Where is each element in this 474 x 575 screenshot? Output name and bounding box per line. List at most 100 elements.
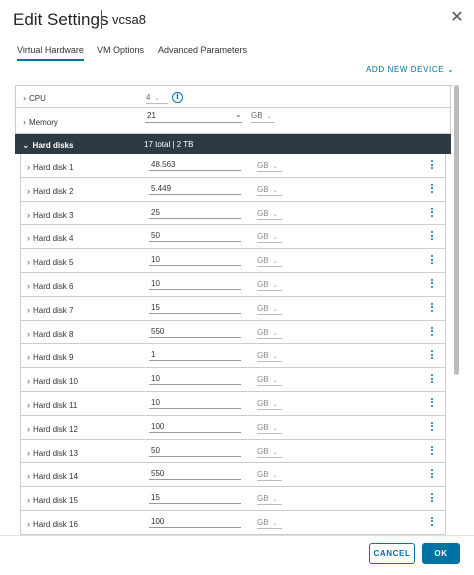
hard-disk-unit-select[interactable]: GB ⌄ [257, 351, 282, 363]
hard-disk-size-input[interactable]: 15 [149, 493, 241, 505]
chevron-down-icon: ⌄ [272, 401, 278, 408]
hard-disk-row[interactable]: › Hard disk 14 550 GB ⌄ [21, 463, 445, 488]
memory-unit-select[interactable]: GB ⌄ [251, 111, 275, 123]
hard-disk-unit-select[interactable]: GB ⌄ [257, 185, 282, 196]
cpu-select[interactable]: 4 ⌄ [146, 93, 168, 104]
hard-disk-unit: GB [257, 327, 269, 337]
add-new-device-button[interactable]: ADD NEW DEVICE ⌄ [366, 65, 454, 74]
hard-disk-size-input[interactable]: 15 [149, 303, 241, 314]
info-icon[interactable]: i [172, 92, 183, 103]
hard-disk-row[interactable]: › Hard disk 11 10 GB ⌄ [21, 392, 445, 416]
hard-disk-row[interactable]: › Hard disk 5 10 GB ⌄ [21, 249, 445, 273]
tab-virtual-hardware[interactable]: Virtual Hardware [17, 45, 84, 61]
memory-input[interactable]: 21 [145, 111, 242, 123]
hard-disk-unit-select[interactable]: GB ⌄ [257, 423, 282, 434]
scrollbar[interactable] [454, 85, 460, 535]
hard-disk-row[interactable]: › Hard disk 1 48.563 GB ⌄ [21, 154, 445, 178]
hard-disk-row[interactable]: › Hard disk 4 50 GB ⌄ [21, 225, 445, 250]
more-actions-icon[interactable] [429, 516, 435, 528]
hard-disk-row-label: › Hard disk 16 [27, 519, 78, 529]
hard-disk-size-input[interactable]: 1 [149, 350, 241, 362]
hard-disk-row-label: › Hard disk 12 [27, 424, 78, 434]
more-actions-icon[interactable] [429, 183, 435, 195]
hard-disk-unit-select[interactable]: GB ⌄ [257, 375, 282, 387]
hard-disk-size-input[interactable]: 100 [149, 517, 241, 528]
scroll-thumb[interactable] [454, 85, 459, 375]
more-actions-icon[interactable] [429, 468, 435, 480]
hard-disk-unit: GB [257, 232, 269, 242]
chevron-down-icon: ⌄ [272, 187, 278, 194]
hard-disk-unit-select[interactable]: GB ⌄ [257, 304, 282, 315]
close-icon[interactable]: ✕ [449, 10, 465, 26]
hard-disk-row[interactable]: › Hard disk 2 5.449 GB ⌄ [21, 178, 445, 202]
hard-disk-unit-select[interactable]: GB ⌄ [257, 161, 282, 172]
vm-name: vcsa8 [112, 12, 146, 27]
more-actions-icon[interactable] [429, 207, 435, 219]
chevron-down-icon[interactable]: ⌄ [235, 110, 242, 119]
hard-disk-unit-select[interactable]: GB ⌄ [257, 399, 282, 410]
hard-disk-row[interactable]: › Hard disk 9 1 GB ⌄ [21, 344, 445, 369]
hardware-panel: › CPU 4 ⌄ i › Memory 21 ⌄ GB ⌄ ⌄ Hard disks 1… [15, 85, 453, 535]
hard-disk-size-input[interactable]: 48.563 [149, 160, 241, 171]
more-actions-icon[interactable] [429, 421, 435, 433]
more-actions-icon[interactable] [429, 159, 435, 171]
hard-disk-size-input[interactable]: 10 [149, 255, 241, 267]
hard-disk-unit-select[interactable]: GB ⌄ [257, 209, 282, 220]
tab-vm-options[interactable]: VM Options [97, 45, 144, 59]
hard-disk-size-input[interactable]: 10 [149, 374, 241, 386]
hard-disk-row-label: › Hard disk 8 [27, 329, 73, 339]
more-actions-icon[interactable] [429, 349, 435, 361]
hard-disk-size-input[interactable]: 550 [149, 327, 241, 338]
hard-disk-unit-select[interactable]: GB ⌄ [257, 518, 282, 529]
ok-button[interactable]: OK [422, 543, 460, 564]
hard-disk-size-input[interactable]: 550 [149, 469, 241, 481]
hard-disk-row[interactable]: › Hard disk 12 100 GB ⌄ [21, 416, 445, 440]
hard-disk-unit-select[interactable]: GB ⌄ [257, 494, 282, 506]
more-actions-icon[interactable] [429, 230, 435, 242]
hard-disk-unit-select[interactable]: GB ⌄ [257, 232, 282, 244]
hard-disks-label: Hard disks [32, 141, 74, 150]
hard-disk-unit-select[interactable]: GB ⌄ [257, 328, 282, 339]
hard-disk-row[interactable]: › Hard disk 7 15 GB ⌄ [21, 297, 445, 321]
hard-disk-row[interactable]: › Hard disk 3 25 GB ⌄ [21, 202, 445, 226]
chevron-right-icon: › [27, 471, 30, 482]
hard-disk-unit: GB [257, 303, 269, 313]
more-actions-icon[interactable] [429, 302, 435, 314]
hard-disk-row[interactable]: › Hard disk 8 550 GB ⌄ [21, 321, 445, 345]
hard-disk-size-input[interactable]: 100 [149, 422, 241, 433]
hard-disk-size-input[interactable]: 5.449 [149, 184, 241, 195]
hard-disk-size-input[interactable]: 10 [149, 279, 241, 290]
hard-disk-label: Hard disk 9 [33, 353, 74, 363]
chevron-right-icon: › [23, 117, 26, 127]
tab-advanced-parameters[interactable]: Advanced Parameters [158, 45, 247, 59]
hard-disk-size-input[interactable]: 10 [149, 398, 241, 409]
cpu-row[interactable]: › CPU 4 ⌄ i [15, 86, 451, 108]
hard-disk-row[interactable]: › Hard disk 6 10 GB ⌄ [21, 273, 445, 297]
more-actions-icon[interactable] [429, 373, 435, 385]
more-actions-icon[interactable] [429, 278, 435, 290]
more-actions-icon[interactable] [429, 326, 435, 338]
hard-disk-unit-select[interactable]: GB ⌄ [257, 280, 282, 291]
more-actions-icon[interactable] [429, 254, 435, 266]
hard-disk-unit: GB [257, 279, 269, 289]
cancel-button[interactable]: CANCEL [369, 543, 415, 564]
hard-disk-row[interactable]: › Hard disk 15 15 GB ⌄ [21, 487, 445, 511]
hard-disks-header[interactable]: ⌄ Hard disks 17 total | 2 TB [15, 134, 451, 154]
hard-disk-unit-select[interactable]: GB ⌄ [257, 447, 282, 458]
hard-disk-size-input[interactable]: 50 [149, 446, 241, 457]
more-actions-icon[interactable] [429, 397, 435, 409]
hard-disk-unit-select[interactable]: GB ⌄ [257, 470, 282, 482]
dialog-title: Edit Settings [13, 10, 109, 29]
more-actions-icon[interactable] [429, 492, 435, 504]
hard-disk-row[interactable]: › Hard disk 16 100 GB ⌄ [21, 511, 445, 535]
hard-disk-row[interactable]: › Hard disk 13 50 GB ⌄ [21, 440, 445, 464]
hard-disk-row[interactable]: › Hard disk 10 10 GB ⌄ [21, 368, 445, 392]
hard-disk-size-input[interactable]: 50 [149, 231, 241, 243]
hard-disk-unit-select[interactable]: GB ⌄ [257, 256, 282, 268]
chevron-right-icon: › [23, 93, 26, 103]
dialog-header: Edit Settings vcsa8 ✕ [0, 0, 474, 40]
hard-disk-size-input[interactable]: 25 [149, 208, 241, 219]
more-actions-icon[interactable] [429, 445, 435, 457]
chevron-right-icon: › [27, 280, 30, 291]
hard-disk-unit: GB [257, 470, 269, 480]
